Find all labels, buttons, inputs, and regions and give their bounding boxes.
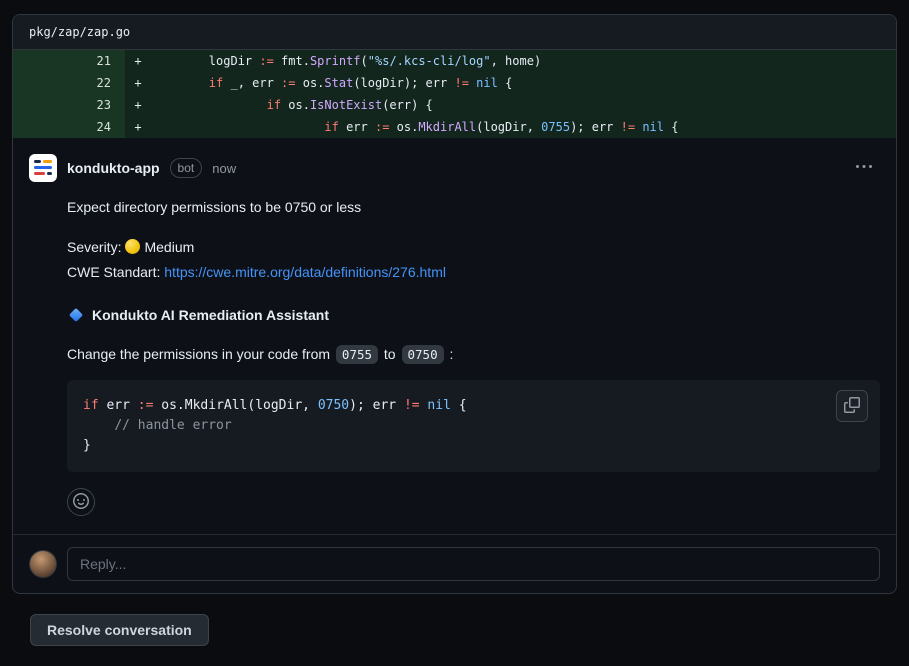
diff-add-sign: +	[125, 50, 151, 72]
comment-header: kondukto-app bot now	[29, 154, 880, 182]
kebab-horizontal-icon	[856, 159, 872, 178]
diff-block: 21+ logDir := fmt.Sprintf("%s/.kcs-cli/l…	[13, 50, 896, 138]
cwe-link[interactable]: https://cwe.mitre.org/data/definitions/2…	[164, 264, 446, 280]
inline-code-old-permission: 0755	[336, 345, 378, 364]
severity-label: Severity:	[67, 239, 121, 255]
file-path-header: pkg/zap/zap.go	[13, 15, 896, 50]
blue-diamond-icon	[67, 308, 85, 322]
diff-line-number: 21	[13, 50, 125, 72]
reply-input[interactable]	[67, 547, 880, 581]
suggestion-code: if err := os.MkdirAll(logDir, 0750); err…	[83, 396, 864, 456]
finding-meta: Severity: Medium CWE Standart: https://cw…	[67, 235, 880, 285]
diff-code-text: if _, err := os.Stat(logDir); err != nil…	[151, 72, 512, 94]
diff-line-number: 23	[13, 94, 125, 116]
cwe-label: CWE Standart:	[67, 264, 160, 280]
kondukto-app-avatar[interactable]	[29, 154, 57, 182]
change-prefix: Change the permissions in your code from	[67, 346, 330, 362]
assistant-title: Kondukto AI Remediation Assistant	[92, 307, 329, 323]
comment-author[interactable]: kondukto-app	[67, 160, 160, 176]
diff-code-text: logDir := fmt.Sprintf("%s/.kcs-cli/log",…	[151, 50, 541, 72]
diff-add-sign: +	[125, 94, 151, 116]
diff-line: 23+ if os.IsNotExist(err) {	[13, 94, 896, 116]
diff-line: 21+ logDir := fmt.Sprintf("%s/.kcs-cli/l…	[13, 50, 896, 72]
diff-code-text: if err := os.MkdirAll(logDir, 0755); err…	[151, 116, 678, 138]
diff-add-sign: +	[125, 72, 151, 94]
reaction-row	[67, 488, 880, 516]
severity-value: Medium	[144, 239, 194, 255]
change-suffix: :	[450, 346, 454, 362]
bot-badge: bot	[170, 158, 203, 178]
inline-code-new-permission: 0750	[402, 345, 444, 364]
diff-line: 24+ if err := os.MkdirAll(logDir, 0755);…	[13, 116, 896, 138]
add-reaction-button[interactable]	[67, 488, 95, 516]
comment-timestamp[interactable]: now	[212, 161, 236, 176]
current-user-avatar	[29, 550, 57, 578]
comment: kondukto-app bot now Expect directory pe…	[13, 138, 896, 516]
suggestion-code-block: if err := os.MkdirAll(logDir, 0750); err…	[67, 380, 880, 472]
diff-line-number: 22	[13, 72, 125, 94]
copy-code-button[interactable]	[836, 390, 868, 422]
assistant-heading: Kondukto AI Remediation Assistant	[67, 307, 880, 323]
cwe-row: CWE Standart: https://cwe.mitre.org/data…	[67, 260, 880, 285]
severity-row: Severity: Medium	[67, 235, 880, 260]
finding-text: Expect directory permissions to be 0750 …	[67, 197, 880, 217]
copy-icon	[844, 397, 860, 416]
comment-menu-button[interactable]	[848, 155, 880, 182]
smiley-icon	[73, 493, 89, 512]
change-middle: to	[384, 346, 396, 362]
yellow-circle-icon	[125, 239, 140, 254]
resolve-conversation-button[interactable]: Resolve conversation	[30, 614, 209, 646]
reply-section	[13, 534, 896, 593]
remediation-instruction: Change the permissions in your code from…	[67, 343, 880, 366]
code-line: // handle error	[83, 416, 864, 436]
comment-body: Expect directory permissions to be 0750 …	[67, 197, 880, 516]
diff-add-sign: +	[125, 116, 151, 138]
review-thread-card: pkg/zap/zap.go 21+ logDir := fmt.Sprintf…	[12, 14, 897, 594]
diff-code-text: if os.IsNotExist(err) {	[151, 94, 433, 116]
diff-line: 22+ if _, err := os.Stat(logDir); err !=…	[13, 72, 896, 94]
diff-line-number: 24	[13, 116, 125, 138]
code-line: }	[83, 436, 864, 456]
code-line: if err := os.MkdirAll(logDir, 0750); err…	[83, 396, 864, 416]
